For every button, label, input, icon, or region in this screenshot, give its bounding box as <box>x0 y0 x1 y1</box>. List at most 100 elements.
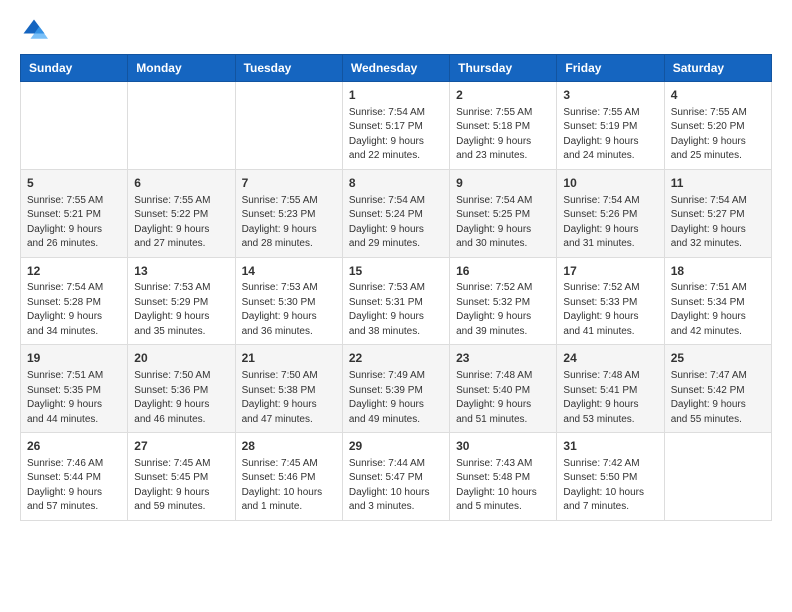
calendar-week-row: 19 Sunrise: 7:51 AM Sunset: 5:35 PM Dayli… <box>21 345 772 433</box>
day-number: 31 <box>563 438 657 455</box>
day-info: Sunrise: 7:55 AM Sunset: 5:21 PM Dayligh… <box>27 194 121 252</box>
calendar-day-cell: 30 Sunrise: 7:43 AM Sunset: 5:48 PM Dayli… <box>450 433 557 521</box>
calendar-day-cell: 25Sunrise: 7:47 AM Sunset: 5:42 PM Dayli… <box>664 345 771 433</box>
day-of-week-header: Friday <box>557 55 664 82</box>
day-info: Sunrise: 7:53 AM Sunset: 5:29 PM Dayligh… <box>134 281 228 339</box>
calendar-week-row: 5 Sunrise: 7:55 AM Sunset: 5:21 PM Daylig… <box>21 169 772 257</box>
day-info: Sunrise: 7:45 AM Sunset: 5:46 PM Dayligh… <box>242 457 336 515</box>
day-info: Sunrise: 7:48 AM Sunset: 5:40 PM Dayligh… <box>456 369 550 427</box>
calendar-day-cell: 1 Sunrise: 7:54 AM Sunset: 5:17 PM Daylig… <box>342 82 449 170</box>
calendar-day-cell: 2Sunrise: 7:55 AM Sunset: 5:18 PM Daylig… <box>450 82 557 170</box>
calendar-day-cell: 21Sunrise: 7:50 AM Sunset: 5:38 PM Dayli… <box>235 345 342 433</box>
day-info: Sunrise: 7:52 AM Sunset: 5:32 PM Dayligh… <box>456 281 550 339</box>
calendar-day-cell: 23 Sunrise: 7:48 AM Sunset: 5:40 PM Dayli… <box>450 345 557 433</box>
day-info: Sunrise: 7:54 AM Sunset: 5:17 PM Dayligh… <box>349 106 443 164</box>
calendar-day-cell: 24 Sunrise: 7:48 AM Sunset: 5:41 PM Dayli… <box>557 345 664 433</box>
page: SundayMondayTuesdayWednesdayThursdayFrid… <box>0 0 792 541</box>
day-info: Sunrise: 7:51 AM Sunset: 5:35 PM Dayligh… <box>27 369 121 427</box>
day-number: 9 <box>456 175 550 192</box>
day-info: Sunrise: 7:42 AM Sunset: 5:50 PM Dayligh… <box>563 457 657 515</box>
calendar-week-row: 12Sunrise: 7:54 AM Sunset: 5:28 PM Dayli… <box>21 257 772 345</box>
calendar-day-cell: 18Sunrise: 7:51 AM Sunset: 5:34 PM Dayli… <box>664 257 771 345</box>
day-number: 24 <box>563 350 657 367</box>
calendar-day-cell: 7 Sunrise: 7:55 AM Sunset: 5:23 PM Daylig… <box>235 169 342 257</box>
day-number: 14 <box>242 263 336 280</box>
day-number: 12 <box>27 263 121 280</box>
day-info: Sunrise: 7:54 AM Sunset: 5:28 PM Dayligh… <box>27 281 121 339</box>
calendar-day-cell: 22 Sunrise: 7:49 AM Sunset: 5:39 PM Dayli… <box>342 345 449 433</box>
day-number: 3 <box>563 87 657 104</box>
calendar-week-row: 1 Sunrise: 7:54 AM Sunset: 5:17 PM Daylig… <box>21 82 772 170</box>
calendar-day-cell: 31 Sunrise: 7:42 AM Sunset: 5:50 PM Dayli… <box>557 433 664 521</box>
calendar-day-cell <box>128 82 235 170</box>
day-number: 5 <box>27 175 121 192</box>
day-info: Sunrise: 7:54 AM Sunset: 5:24 PM Dayligh… <box>349 194 443 252</box>
day-info: Sunrise: 7:51 AM Sunset: 5:34 PM Dayligh… <box>671 281 765 339</box>
day-number: 19 <box>27 350 121 367</box>
day-info: Sunrise: 7:47 AM Sunset: 5:42 PM Dayligh… <box>671 369 765 427</box>
calendar-day-cell: 28 Sunrise: 7:45 AM Sunset: 5:46 PM Dayli… <box>235 433 342 521</box>
day-info: Sunrise: 7:45 AM Sunset: 5:45 PM Dayligh… <box>134 457 228 515</box>
calendar-week-row: 26Sunrise: 7:46 AM Sunset: 5:44 PM Dayli… <box>21 433 772 521</box>
calendar-day-cell: 9Sunrise: 7:54 AM Sunset: 5:25 PM Daylig… <box>450 169 557 257</box>
calendar-day-cell: 26Sunrise: 7:46 AM Sunset: 5:44 PM Dayli… <box>21 433 128 521</box>
day-info: Sunrise: 7:46 AM Sunset: 5:44 PM Dayligh… <box>27 457 121 515</box>
calendar-day-cell <box>664 433 771 521</box>
day-number: 1 <box>349 87 443 104</box>
day-info: Sunrise: 7:55 AM Sunset: 5:19 PM Dayligh… <box>563 106 657 164</box>
calendar-day-cell: 13Sunrise: 7:53 AM Sunset: 5:29 PM Dayli… <box>128 257 235 345</box>
day-info: Sunrise: 7:43 AM Sunset: 5:48 PM Dayligh… <box>456 457 550 515</box>
day-number: 20 <box>134 350 228 367</box>
day-number: 23 <box>456 350 550 367</box>
day-info: Sunrise: 7:55 AM Sunset: 5:20 PM Dayligh… <box>671 106 765 164</box>
day-info: Sunrise: 7:49 AM Sunset: 5:39 PM Dayligh… <box>349 369 443 427</box>
day-number: 27 <box>134 438 228 455</box>
day-number: 30 <box>456 438 550 455</box>
calendar-table: SundayMondayTuesdayWednesdayThursdayFrid… <box>20 54 772 521</box>
day-info: Sunrise: 7:48 AM Sunset: 5:41 PM Dayligh… <box>563 369 657 427</box>
header <box>20 16 772 44</box>
day-number: 4 <box>671 87 765 104</box>
logo-icon <box>20 16 48 44</box>
day-number: 6 <box>134 175 228 192</box>
calendar-day-cell <box>21 82 128 170</box>
calendar-day-cell: 29Sunrise: 7:44 AM Sunset: 5:47 PM Dayli… <box>342 433 449 521</box>
calendar-day-cell: 19 Sunrise: 7:51 AM Sunset: 5:35 PM Dayli… <box>21 345 128 433</box>
day-of-week-header: Wednesday <box>342 55 449 82</box>
day-number: 13 <box>134 263 228 280</box>
day-number: 29 <box>349 438 443 455</box>
day-number: 7 <box>242 175 336 192</box>
calendar-day-cell: 5 Sunrise: 7:55 AM Sunset: 5:21 PM Daylig… <box>21 169 128 257</box>
calendar-day-cell: 16Sunrise: 7:52 AM Sunset: 5:32 PM Dayli… <box>450 257 557 345</box>
calendar-day-cell: 27 Sunrise: 7:45 AM Sunset: 5:45 PM Dayli… <box>128 433 235 521</box>
calendar-day-cell: 6 Sunrise: 7:55 AM Sunset: 5:22 PM Daylig… <box>128 169 235 257</box>
day-number: 16 <box>456 263 550 280</box>
day-info: Sunrise: 7:52 AM Sunset: 5:33 PM Dayligh… <box>563 281 657 339</box>
day-info: Sunrise: 7:50 AM Sunset: 5:36 PM Dayligh… <box>134 369 228 427</box>
day-info: Sunrise: 7:53 AM Sunset: 5:30 PM Dayligh… <box>242 281 336 339</box>
calendar-day-cell: 20 Sunrise: 7:50 AM Sunset: 5:36 PM Dayli… <box>128 345 235 433</box>
day-number: 8 <box>349 175 443 192</box>
calendar-day-cell: 14Sunrise: 7:53 AM Sunset: 5:30 PM Dayli… <box>235 257 342 345</box>
day-info: Sunrise: 7:55 AM Sunset: 5:18 PM Dayligh… <box>456 106 550 164</box>
calendar-day-cell: 4 Sunrise: 7:55 AM Sunset: 5:20 PM Daylig… <box>664 82 771 170</box>
day-number: 15 <box>349 263 443 280</box>
calendar-day-cell <box>235 82 342 170</box>
calendar-body: 1 Sunrise: 7:54 AM Sunset: 5:17 PM Daylig… <box>21 82 772 521</box>
calendar-day-cell: 8 Sunrise: 7:54 AM Sunset: 5:24 PM Daylig… <box>342 169 449 257</box>
day-info: Sunrise: 7:53 AM Sunset: 5:31 PM Dayligh… <box>349 281 443 339</box>
day-of-week-header: Sunday <box>21 55 128 82</box>
calendar-day-cell: 15Sunrise: 7:53 AM Sunset: 5:31 PM Dayli… <box>342 257 449 345</box>
calendar-day-cell: 10Sunrise: 7:54 AM Sunset: 5:26 PM Dayli… <box>557 169 664 257</box>
day-number: 28 <box>242 438 336 455</box>
day-info: Sunrise: 7:55 AM Sunset: 5:23 PM Dayligh… <box>242 194 336 252</box>
day-info: Sunrise: 7:55 AM Sunset: 5:22 PM Dayligh… <box>134 194 228 252</box>
calendar-header: SundayMondayTuesdayWednesdayThursdayFrid… <box>21 55 772 82</box>
day-of-week-header: Tuesday <box>235 55 342 82</box>
day-of-week-header: Thursday <box>450 55 557 82</box>
calendar-day-cell: 3 Sunrise: 7:55 AM Sunset: 5:19 PM Daylig… <box>557 82 664 170</box>
logo <box>20 16 52 44</box>
calendar-day-cell: 12Sunrise: 7:54 AM Sunset: 5:28 PM Dayli… <box>21 257 128 345</box>
day-number: 22 <box>349 350 443 367</box>
day-number: 21 <box>242 350 336 367</box>
